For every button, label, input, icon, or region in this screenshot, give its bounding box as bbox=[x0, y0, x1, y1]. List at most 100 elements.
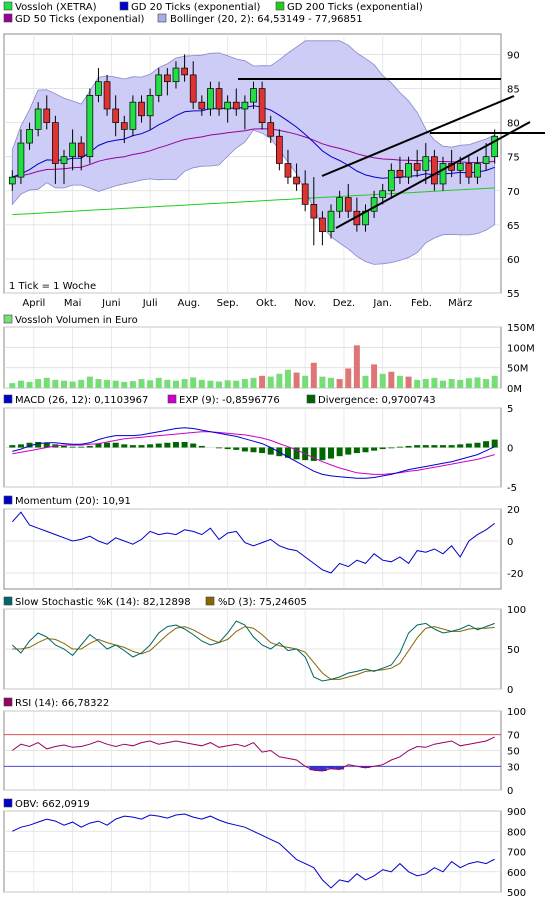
candle-body bbox=[207, 88, 214, 110]
y-tick-label: 70 bbox=[507, 187, 520, 198]
price-x-axis: April Mai Juni Juli Aug. Sep. Okt. Nov. Dez. Jan.… bbox=[22, 298, 472, 309]
divergence-bar bbox=[345, 447, 352, 455]
volume-bar bbox=[250, 377, 257, 388]
candle-body bbox=[86, 94, 94, 158]
volume-bar bbox=[396, 375, 403, 388]
divergence-bar bbox=[440, 445, 447, 448]
divergence-bar bbox=[259, 447, 266, 454]
candle-body bbox=[215, 88, 223, 110]
divergence-bar bbox=[353, 447, 360, 454]
divergence-bar bbox=[431, 445, 438, 448]
volume-bar bbox=[190, 377, 197, 388]
volume-bar bbox=[440, 380, 447, 388]
candle-body bbox=[8, 176, 16, 185]
candle-body bbox=[34, 108, 42, 130]
volume-bar bbox=[319, 376, 326, 388]
volume-bar bbox=[362, 375, 369, 388]
candle-body bbox=[405, 163, 412, 178]
candle-body bbox=[431, 156, 438, 185]
divergence-bar bbox=[405, 445, 412, 448]
y-tick-label: 700 bbox=[507, 848, 526, 859]
candle-body bbox=[129, 101, 137, 130]
divergence-bar bbox=[362, 447, 369, 453]
volume-bar bbox=[388, 371, 395, 388]
volume-bar bbox=[353, 345, 360, 388]
y-tick-label: 900 bbox=[507, 807, 526, 818]
candle-body bbox=[181, 67, 188, 76]
volume-bar bbox=[345, 368, 352, 388]
volume-bar bbox=[233, 380, 240, 388]
x-tick-label: April bbox=[22, 298, 45, 309]
legend-swatch-gd200 bbox=[275, 1, 285, 11]
price-legend: Vossloh (XETRA) GD 20 Ticks (exponential… bbox=[3, 1, 423, 25]
y-tick-label: 80 bbox=[507, 119, 520, 130]
volume-bar bbox=[181, 379, 188, 388]
divergence-bar bbox=[104, 442, 111, 448]
y-tick-label: 0 bbox=[507, 685, 513, 696]
candle-body bbox=[344, 197, 352, 212]
volume-bar bbox=[328, 377, 335, 388]
x-tick-label: Juni bbox=[101, 298, 120, 309]
divergence-legend: Divergence: 0,9700743 bbox=[318, 395, 436, 406]
candle-body bbox=[267, 122, 275, 137]
divergence-bar bbox=[224, 447, 231, 450]
candle-body bbox=[293, 176, 300, 185]
divergence-bar bbox=[86, 445, 93, 448]
volume-panel: Vossloh Volumen in Euro 0M 50M 100M 150M bbox=[3, 314, 535, 395]
volume-bar bbox=[172, 380, 179, 388]
y-tick-label: 5 bbox=[507, 404, 513, 415]
candle-body bbox=[422, 156, 430, 171]
stoch-k-legend: Slow Stochastic %K (14): 82,12898 bbox=[15, 597, 191, 608]
divergence-bar bbox=[190, 443, 197, 448]
divergence-bar bbox=[35, 441, 42, 448]
momentum-y-axis: -20 0 20 bbox=[507, 505, 523, 580]
obv-legend: OBV: 662,0919 bbox=[15, 799, 90, 810]
volume-bar bbox=[43, 377, 50, 388]
y-tick-label: 500 bbox=[507, 888, 526, 899]
divergence-bar bbox=[198, 445, 205, 448]
divergence-bar bbox=[465, 443, 472, 448]
candle-body bbox=[258, 88, 266, 123]
y-tick-label: 100 bbox=[507, 605, 526, 616]
legend-price: Vossloh (XETRA) bbox=[15, 2, 97, 13]
volume-bar bbox=[164, 379, 171, 388]
volume-bar bbox=[491, 375, 498, 388]
y-tick-label: 0M bbox=[507, 384, 522, 395]
volume-bar bbox=[86, 376, 93, 388]
candle-body bbox=[241, 101, 249, 110]
candle-body bbox=[396, 169, 404, 178]
obv-legend-swatch bbox=[3, 798, 13, 808]
volume-bar bbox=[259, 375, 266, 388]
candle-body bbox=[138, 101, 145, 117]
volume-bar bbox=[431, 377, 438, 388]
candle-body bbox=[172, 67, 180, 83]
volume-legend: Vossloh Volumen in Euro bbox=[15, 315, 138, 326]
divergence-bar bbox=[216, 447, 223, 449]
candle-body bbox=[439, 163, 447, 185]
divergence-bar bbox=[371, 447, 378, 451]
volume-bar bbox=[95, 379, 102, 388]
divergence-bar bbox=[138, 445, 145, 448]
candle-body bbox=[310, 204, 318, 219]
candle-body bbox=[327, 210, 335, 233]
x-tick-label: Sep. bbox=[217, 298, 239, 309]
divergence-bar bbox=[422, 445, 429, 448]
volume-bar bbox=[147, 380, 154, 388]
divergence-bar bbox=[336, 447, 343, 457]
divergence-bar bbox=[388, 447, 395, 449]
candle-body bbox=[413, 163, 421, 171]
x-tick-label: Jan. bbox=[372, 298, 392, 309]
macd-legend-swatch bbox=[3, 394, 13, 404]
candle-body bbox=[155, 74, 163, 96]
divergence-bar bbox=[379, 447, 386, 450]
divergence-bar bbox=[457, 444, 464, 448]
macd-panel: MACD (26, 12): 0,1103967 EXP (9): -0,859… bbox=[3, 394, 517, 494]
y-tick-label: -5 bbox=[507, 483, 517, 494]
volume-bar bbox=[121, 381, 128, 388]
divergence-bar bbox=[112, 442, 119, 448]
macd-y-axis: -5 0 5 bbox=[507, 404, 517, 494]
divergence-bar bbox=[250, 447, 257, 453]
divergence-legend-swatch bbox=[306, 394, 316, 404]
stoch-d-legend: %D (3): 75,24605 bbox=[218, 597, 307, 608]
volume-bar bbox=[336, 379, 343, 388]
